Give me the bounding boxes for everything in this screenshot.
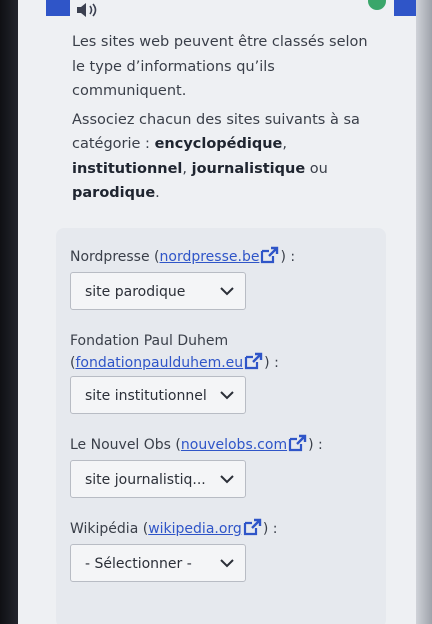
chevron-down-icon <box>220 391 234 400</box>
device-bezel-left <box>0 0 18 624</box>
screen: Les sites web peuvent être classés selon… <box>18 0 416 624</box>
intro-paragraph-2: Associez chacun des sites suivants à sa … <box>72 111 360 202</box>
top-bar-right <box>394 0 416 16</box>
chevron-down-icon <box>220 475 234 484</box>
speaker-icon[interactable] <box>74 0 104 20</box>
select-wikipedia[interactable]: - Sélectionner - <box>70 544 246 582</box>
link-nordpresse[interactable]: nordpresse.be <box>160 249 260 265</box>
top-bar-left <box>46 0 70 16</box>
link-nouvelobs[interactable]: nouvelobs.com <box>181 437 287 453</box>
instructions: Les sites web peuvent être classés selon… <box>72 30 372 210</box>
category-parodique: parodique <box>72 185 156 201</box>
link-fondationpaulduhem[interactable]: fondationpaulduhem.eu <box>75 355 243 371</box>
chevron-down-icon <box>220 287 234 296</box>
status-dot <box>368 0 386 10</box>
external-link-icon[interactable] <box>288 434 308 452</box>
category-institutionnel: institutionnel <box>72 160 183 177</box>
external-link-icon[interactable] <box>243 518 263 536</box>
select-nordpresse[interactable]: site parodique <box>70 272 246 310</box>
question-wikipedia: Wikipédia (wikipedia.org) : <box>70 518 277 540</box>
chevron-down-icon <box>220 559 234 568</box>
intro-paragraph-1: Les sites web peuvent être classés selon… <box>72 34 368 99</box>
question-fondation-paul-duhem: Fondation Paul Duhem (fondationpaulduhem… <box>70 333 279 371</box>
select-fondation-paul-duhem[interactable]: site institutionnel <box>70 376 246 414</box>
external-link-icon[interactable] <box>260 246 280 264</box>
question-le-nouvel-obs: Le Nouvel Obs (nouvelobs.com) : <box>70 434 323 456</box>
external-link-icon[interactable] <box>244 352 264 370</box>
category-encyclopedique: encyclopédique <box>154 136 283 152</box>
link-wikipedia[interactable]: wikipedia.org <box>148 521 242 537</box>
question-nordpresse: Nordpresse (nordpresse.be) : <box>70 246 295 268</box>
select-le-nouvel-obs[interactable]: site journalistiq... <box>70 460 246 498</box>
device-bezel-right <box>416 0 432 624</box>
category-journalistique: journalistique <box>191 160 306 177</box>
